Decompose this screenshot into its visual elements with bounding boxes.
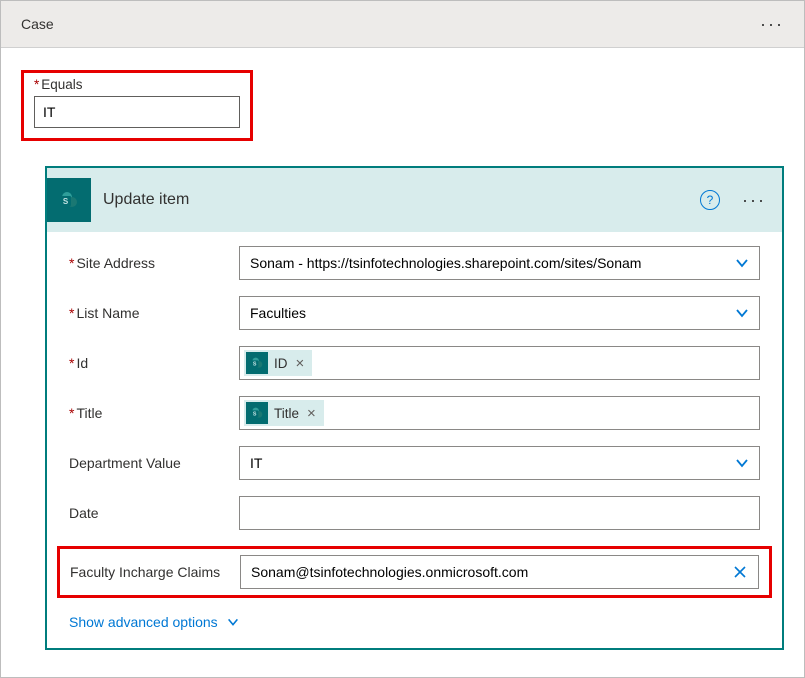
update-item-card: S Update item ? ··· *Site Address xyxy=(45,166,784,650)
action-body: *Site Address *List Name xyxy=(47,232,782,648)
action-menu-button[interactable]: ··· xyxy=(742,191,766,209)
site-address-input[interactable] xyxy=(239,246,760,280)
show-advanced-button[interactable]: Show advanced options xyxy=(69,614,240,630)
title-label: *Title xyxy=(69,405,239,421)
token-remove-icon[interactable]: × xyxy=(294,355,307,372)
id-label: *Id xyxy=(69,355,239,371)
chevron-down-icon[interactable] xyxy=(734,255,750,271)
date-row: Date xyxy=(69,496,760,530)
token-label: Title xyxy=(274,406,299,421)
clear-icon[interactable] xyxy=(733,565,747,579)
svg-text:S: S xyxy=(253,362,257,368)
list-name-label: *List Name xyxy=(69,305,239,321)
faculty-incharge-input[interactable] xyxy=(240,555,759,589)
svg-text:S: S xyxy=(253,412,257,418)
faculty-incharge-row: Faculty Incharge Claims xyxy=(70,555,759,589)
faculty-incharge-highlight: Faculty Incharge Claims xyxy=(57,546,772,598)
case-title: Case xyxy=(21,16,54,32)
equals-block: *Equals xyxy=(21,70,253,141)
department-label: Department Value xyxy=(69,455,239,471)
sharepoint-icon: S xyxy=(246,352,268,374)
equals-label: *Equals xyxy=(34,77,240,92)
sharepoint-icon: S xyxy=(47,178,91,222)
action-title: Update item xyxy=(103,191,688,209)
date-label: Date xyxy=(69,505,239,521)
site-address-label: *Site Address xyxy=(69,255,239,271)
id-input[interactable]: S ID × xyxy=(239,346,760,380)
chevron-down-icon xyxy=(226,615,240,629)
token-id[interactable]: S ID × xyxy=(244,350,312,376)
list-name-row: *List Name xyxy=(69,296,760,330)
date-input[interactable] xyxy=(239,496,760,530)
department-row: Department Value xyxy=(69,446,760,480)
sharepoint-icon: S xyxy=(246,402,268,424)
site-address-row: *Site Address xyxy=(69,246,760,280)
chevron-down-icon[interactable] xyxy=(734,305,750,321)
title-row: *Title S Title × xyxy=(69,396,760,430)
svg-text:S: S xyxy=(63,197,69,206)
required-star: * xyxy=(34,77,39,92)
token-label: ID xyxy=(274,356,288,371)
token-remove-icon[interactable]: × xyxy=(305,405,318,422)
equals-input[interactable] xyxy=(34,96,240,128)
id-row: *Id S ID × xyxy=(69,346,760,380)
token-title[interactable]: S Title × xyxy=(244,400,324,426)
title-input[interactable]: S Title × xyxy=(239,396,760,430)
action-header: S Update item ? ··· xyxy=(47,168,782,232)
case-header: Case ··· xyxy=(1,1,804,48)
list-name-input[interactable] xyxy=(239,296,760,330)
chevron-down-icon[interactable] xyxy=(734,455,750,471)
department-input[interactable] xyxy=(239,446,760,480)
help-icon[interactable]: ? xyxy=(700,190,720,210)
show-advanced-label: Show advanced options xyxy=(69,614,218,630)
faculty-incharge-label: Faculty Incharge Claims xyxy=(70,564,240,580)
case-menu-button[interactable]: ··· xyxy=(760,15,784,33)
